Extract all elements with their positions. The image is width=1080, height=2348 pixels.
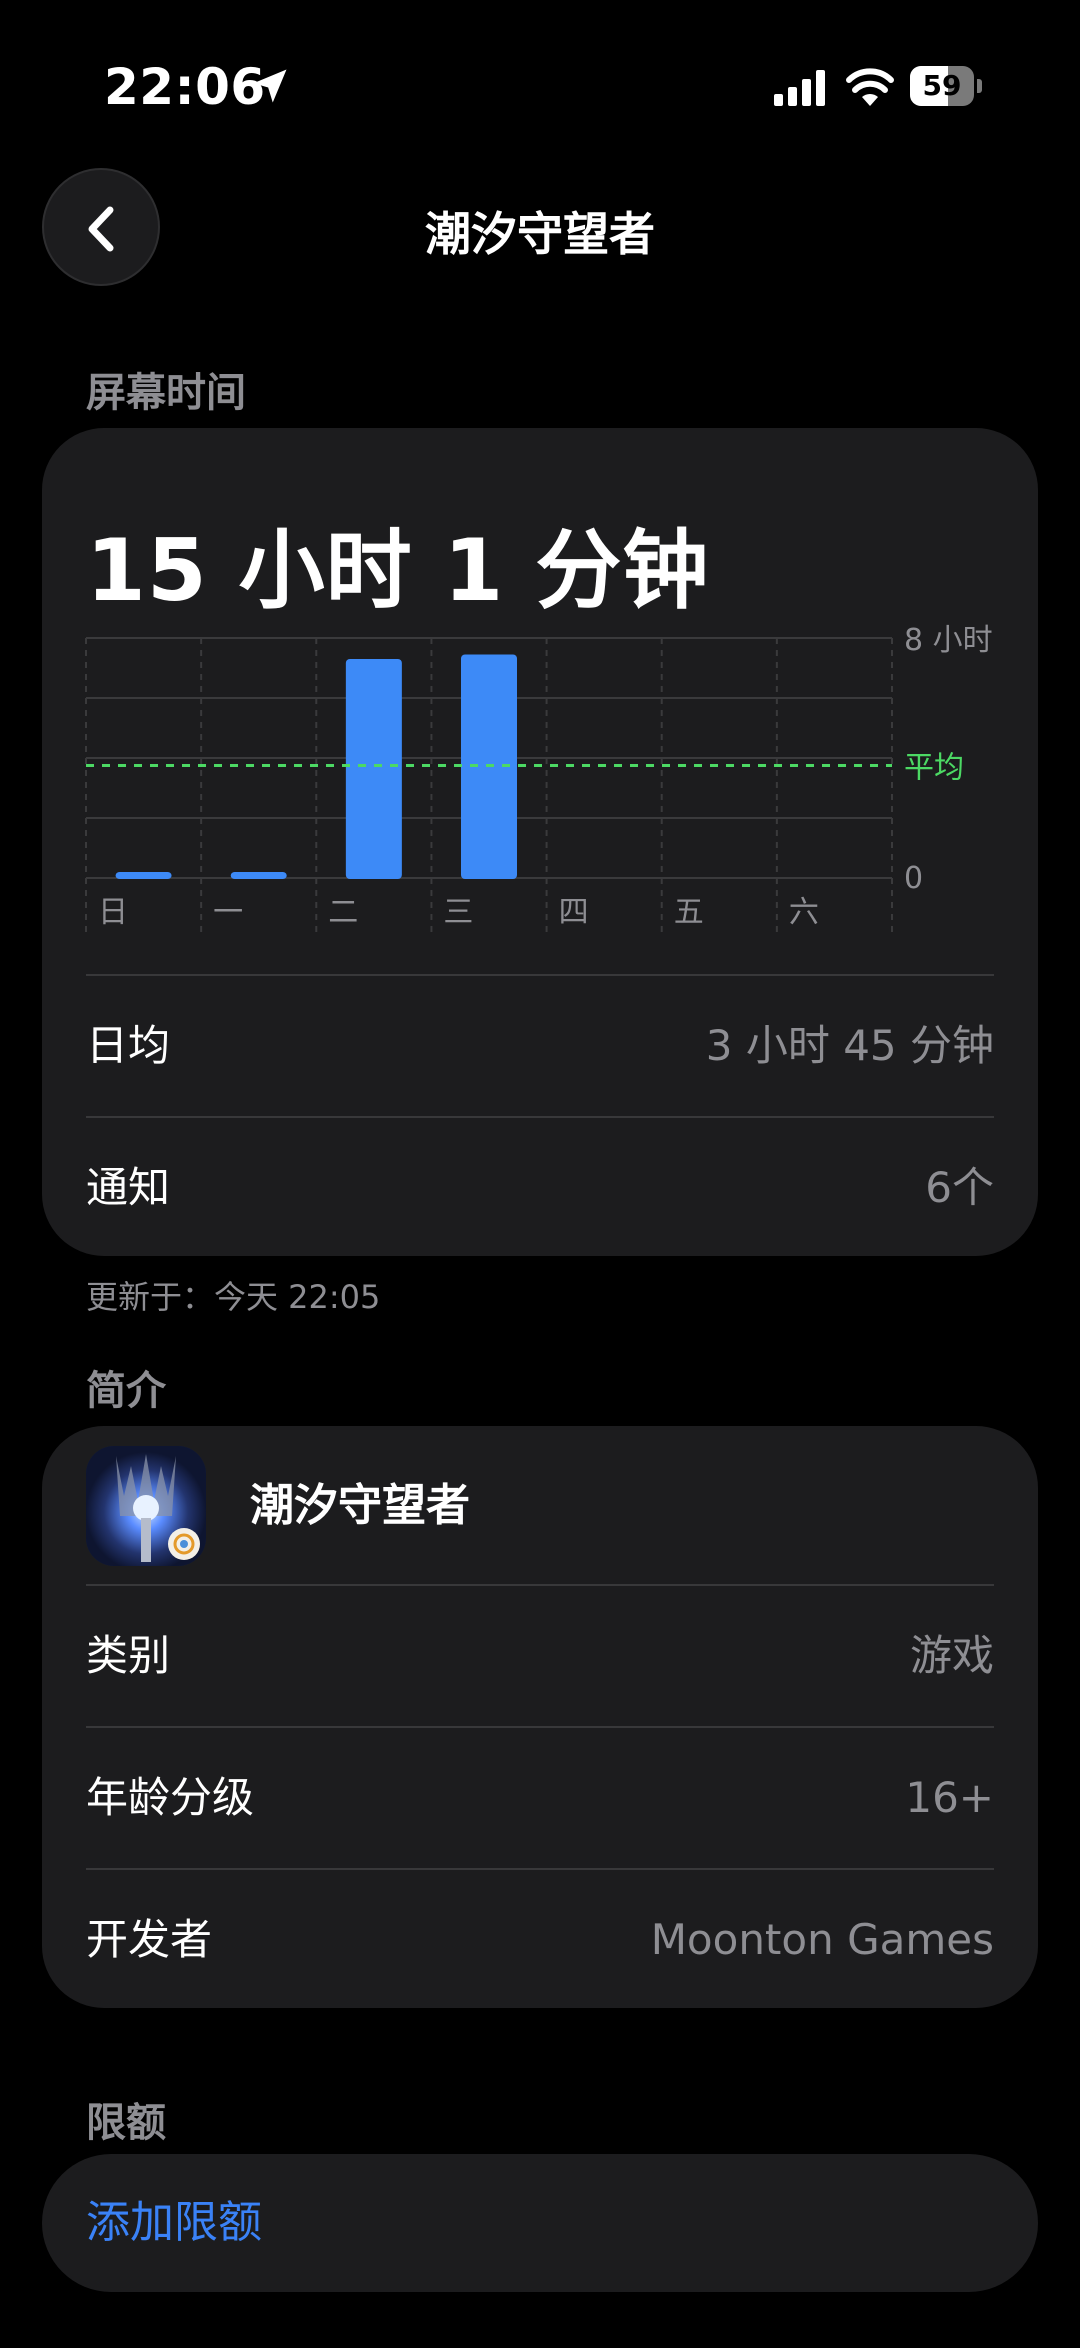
status-time: 22:06 <box>104 58 266 116</box>
about-card: 潮汐守望者 类别 游戏 年龄分级 16+ 开发者 Moonton Games <box>42 1426 1038 2008</box>
notifications-row[interactable]: 通知 6个 <box>86 1118 994 1258</box>
age-rating-label: 年龄分级 <box>86 1773 255 1822</box>
chart-day-label: 一 <box>213 895 243 930</box>
category-label: 类别 <box>86 1631 171 1680</box>
chart-bar <box>345 659 402 879</box>
daily-average-value: 3 小时 45 分钟 <box>705 1021 994 1070</box>
chart-day-label: 三 <box>443 895 473 930</box>
about-section-header: 简介 <box>86 1368 166 1414</box>
limits-card: 添加限额 <box>42 2154 1038 2292</box>
chart-day-label: 六 <box>789 895 819 930</box>
location-arrow-icon <box>253 69 287 103</box>
battery-indicator: 59 <box>910 66 982 106</box>
status-bar: 22:06 59 <box>0 0 1080 170</box>
battery-percentage: 59 <box>922 69 962 102</box>
chart-day-label: 四 <box>559 895 589 930</box>
add-limit-button[interactable]: 添加限额 <box>86 2154 262 2292</box>
notifications-label: 通知 <box>86 1163 171 1212</box>
age-rating-row: 年龄分级 16+ <box>86 1728 994 1868</box>
app-name: 潮汐守望者 <box>250 1480 470 1531</box>
chart-day-label: 五 <box>674 895 704 930</box>
page-title: 潮汐守望者 <box>425 207 655 261</box>
chart-y-min-label: 0 <box>904 861 923 896</box>
chart-day-label: 二 <box>328 895 358 930</box>
app-icon <box>86 1446 206 1566</box>
category-value: 游戏 <box>909 1631 994 1680</box>
chart-y-max-label: 8 小时 <box>904 623 993 658</box>
developer-label: 开发者 <box>86 1915 213 1964</box>
wifi-icon <box>846 68 894 106</box>
screen-time-card: 15 小时 1 分钟 8 小时 0 平均日一二三四五六 日均 3 小时 45 分钟 … <box>42 428 1038 1256</box>
developer-value: Moonton Games <box>650 1915 994 1964</box>
chart-day-label: 日 <box>98 895 128 930</box>
cellular-signal-icon <box>774 70 825 106</box>
limits-section-header: 限额 <box>86 2100 166 2146</box>
daily-average-label: 日均 <box>86 1021 171 1070</box>
last-updated-text: 更新于：今天 22:05 <box>86 1278 381 1316</box>
notifications-value: 6个 <box>925 1163 994 1212</box>
age-rating-value: 16+ <box>905 1773 994 1822</box>
daily-average-row: 日均 3 小时 45 分钟 <box>86 976 994 1116</box>
chart-average-label: 平均 <box>904 751 964 786</box>
category-row: 类别 游戏 <box>86 1586 994 1726</box>
chart-bar <box>115 872 172 879</box>
weekly-usage-chart[interactable]: 8 小时 0 平均日 一 二 三 四 五 六 <box>42 428 1038 948</box>
chart-bar <box>230 872 287 879</box>
screen-time-section-header: 屏幕时间 <box>86 370 246 416</box>
developer-row: 开发者 Moonton Games <box>86 1870 994 2010</box>
app-info-row: 潮汐守望者 <box>42 1426 1038 1586</box>
